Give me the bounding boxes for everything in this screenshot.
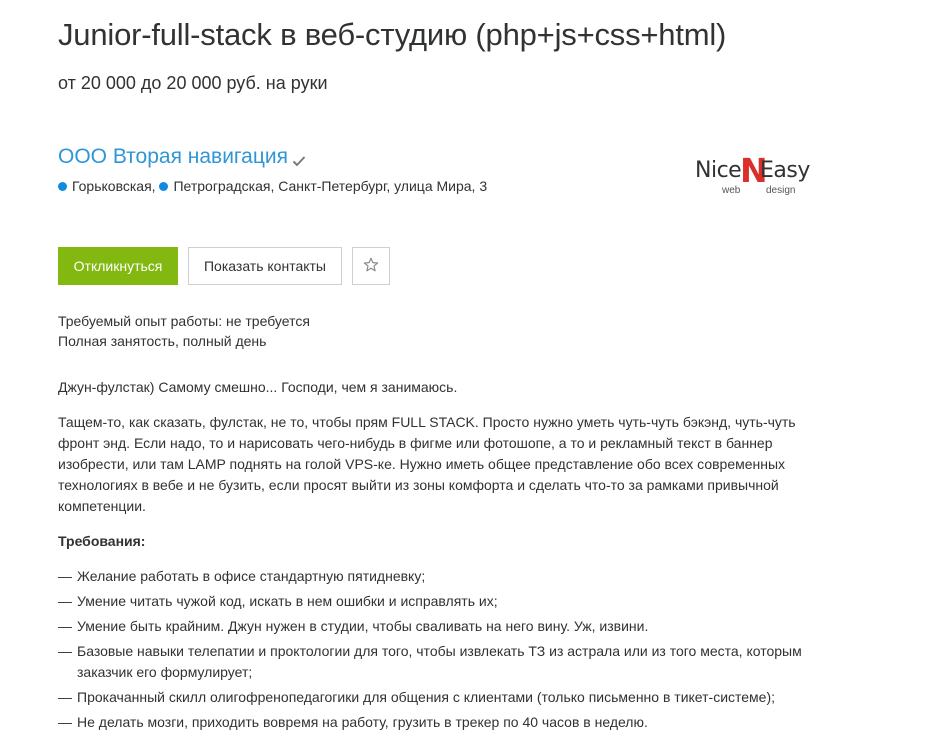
metro-dot-icon <box>58 181 67 191</box>
requirement-item: — Базовые навыки телепатии и проктологии … <box>58 641 818 683</box>
logo-text-easy: Easy <box>760 158 810 183</box>
employment-text: Полная занятость, полный день <box>58 333 267 349</box>
experience-text: Требуемый опыт работы: не требуется <box>58 313 310 329</box>
requirement-text: Не делать мозги, приходить вовремя на ра… <box>77 714 648 730</box>
address-separator: , <box>151 178 160 194</box>
requirement-text: Прокачанный скилл олигофренопедагогики д… <box>77 689 776 705</box>
requirement-text: Умение быть крайним. Джун нужен в студии… <box>77 618 649 634</box>
salary: от 20 000 до 20 000 руб. на руки <box>58 73 328 93</box>
requirements-heading: Требования: <box>58 533 146 549</box>
requirement-item: — Умение читать чужой код, искать в нем о… <box>58 591 818 612</box>
requirement-item: — Прокачанный скилл олигофренопедагогики … <box>58 687 818 708</box>
vacancy-conditions: Требуемый опыт работы: не требуется Полн… <box>58 311 310 351</box>
list-dash: — <box>58 643 72 659</box>
company-logo[interactable]: Nice N Easy web design <box>694 152 812 202</box>
requirement-item: — Не делать мозги, приходить вовремя на р… <box>58 712 818 733</box>
vacancy-page: Junior-full-stack в веб-студию (php+js+c… <box>0 0 928 755</box>
requirement-item: — Умение быть крайним. Джун нужен в студи… <box>58 616 818 637</box>
list-dash: — <box>58 568 72 584</box>
logo-text-web: web <box>722 185 741 196</box>
description-body: Тащем-то, как сказать, фулстак, не то, ч… <box>58 414 796 514</box>
requirements-list: — Желание работать в офисе стандартную пя… <box>58 566 818 733</box>
favorite-button[interactable] <box>352 247 390 285</box>
vacancy-title: Junior-full-stack в веб-студию (php+js+c… <box>58 17 727 52</box>
description-intro: Джун-фулстак) Самому смешно... Господи, … <box>58 379 458 395</box>
show-contacts-button[interactable]: Показать контакты <box>188 247 342 285</box>
vacancy-description: Джун-фулстак) Самому смешно... Господи, … <box>58 377 818 737</box>
check-icon <box>292 154 306 167</box>
requirement-text: Желание работать в офисе стандартную пят… <box>77 568 426 584</box>
list-dash: — <box>58 593 72 609</box>
requirement-text: Базовые навыки телепатии и проктологии д… <box>77 643 802 680</box>
metro-station-name: Петроградская <box>173 178 271 194</box>
logo-text-design: design <box>766 185 796 196</box>
company-name-link[interactable]: ООО Вторая навигация <box>58 145 288 169</box>
star-icon <box>363 257 379 276</box>
list-dash: — <box>58 689 72 705</box>
requirement-text: Умение читать чужой код, искать в нем ош… <box>77 593 498 609</box>
list-dash: — <box>58 714 72 730</box>
address-text: , Санкт-Петербург, улица Мира, 3 <box>270 178 488 194</box>
metro-station: Петроградская <box>159 178 270 194</box>
company-address: Горьковская , Петроградская , Санкт-Пете… <box>58 178 487 194</box>
requirement-item: — Желание работать в офисе стандартную пя… <box>58 566 818 587</box>
metro-station: Горьковская <box>58 178 152 194</box>
metro-station-name: Горьковская <box>72 178 152 194</box>
apply-button[interactable]: Откликнуться <box>58 247 178 285</box>
metro-dot-icon <box>159 181 169 191</box>
company-row: ООО Вторая навигация <box>58 145 306 169</box>
list-dash: — <box>58 618 72 634</box>
logo-text-nice: Nice <box>695 158 742 183</box>
